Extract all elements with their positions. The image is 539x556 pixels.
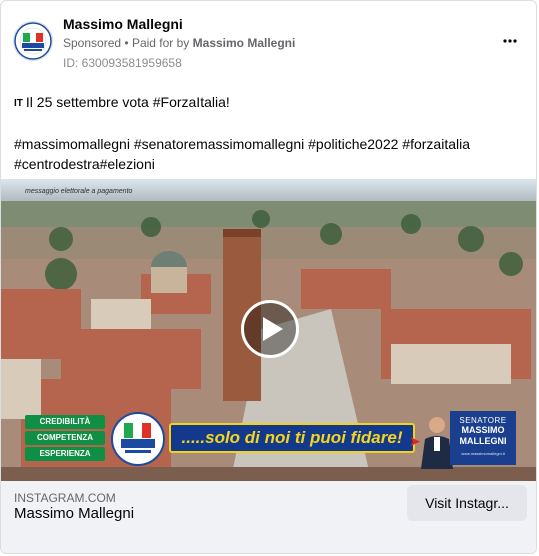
post-line-1: IT Il 25 settembre vota #ForzaItalia!: [14, 92, 524, 114]
link-footer[interactable]: INSTAGRAM.COM Massimo Mallegni Visit Ins…: [1, 481, 536, 553]
play-button[interactable]: [241, 300, 299, 358]
more-options-button[interactable]: [498, 33, 522, 49]
candidate-role: SENATORE: [459, 416, 507, 425]
italy-flag-icon: IT: [14, 98, 23, 109]
link-title[interactable]: Massimo Mallegni: [14, 505, 134, 522]
visit-instagram-button[interactable]: Visit Instagr...: [407, 485, 527, 521]
paid-for-name[interactable]: Massimo Mallegni: [193, 36, 296, 50]
candidate-first-name: MASSIMO: [461, 425, 505, 435]
candidate-last-name: MALLEGNI: [459, 436, 507, 446]
ad-card: Massimo Mallegni Sponsored • Paid for by…: [0, 0, 537, 554]
hashtags-line-2[interactable]: #centrodestra#elezioni: [14, 154, 524, 174]
sponsored-label: Sponsored: [63, 36, 122, 50]
separator-dot: •: [124, 36, 129, 50]
ad-header: Massimo Mallegni Sponsored • Paid for by…: [1, 1, 536, 81]
page-name-link[interactable]: Massimo Mallegni: [63, 16, 183, 32]
forza-italia-logo-icon: [121, 423, 155, 453]
forza-italia-logo-icon: [14, 22, 52, 60]
candidate-card: SENATORE MASSIMO MALLEGNI www.massimomal…: [450, 411, 516, 465]
party-logo: [111, 412, 165, 466]
hashtags-line-1[interactable]: #massimomallegni #senatoremassimomallegn…: [14, 134, 524, 154]
ellipsis-icon: [503, 39, 517, 43]
value-tags: CREDIBILITÀ COMPETENZA ESPERIENZA: [25, 415, 105, 463]
paid-for-prefix: Paid for by: [131, 36, 190, 50]
link-domain: INSTAGRAM.COM: [14, 491, 116, 505]
tag-credibility: CREDIBILITÀ: [25, 415, 105, 429]
post-line-1-text: Il 25 settembre vota #ForzaItalia!: [25, 94, 230, 110]
play-icon: [263, 317, 283, 341]
video-media[interactable]: messaggio elettorale a pagamento CREDIBI…: [1, 179, 536, 481]
sponsored-line: Sponsored • Paid for by Massimo Mallegni: [63, 36, 295, 50]
tag-competence: COMPETENZA: [25, 431, 105, 445]
post-text: IT Il 25 settembre vota #ForzaItalia! #ma…: [14, 92, 524, 174]
candidate-url: www.massimomallegni.it: [461, 451, 505, 456]
paid-message-watermark: messaggio elettorale a pagamento: [25, 188, 133, 195]
ad-id: ID: 630093581959658: [63, 56, 182, 70]
tag-experience: ESPERIENZA: [25, 447, 105, 461]
slogan-banner: .....solo di noi ti puoi fidare!: [169, 423, 415, 453]
page-avatar[interactable]: [13, 21, 53, 61]
